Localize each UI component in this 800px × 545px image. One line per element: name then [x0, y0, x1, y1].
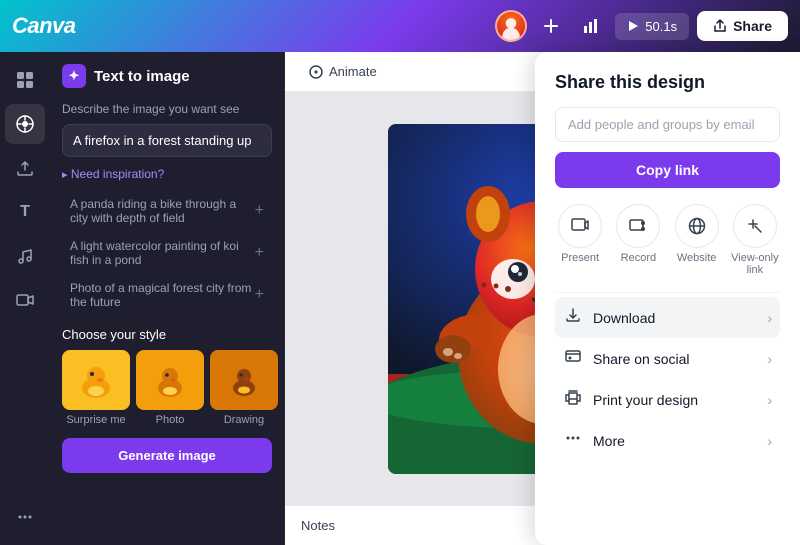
- social-icon: [563, 348, 583, 369]
- view-only-label: View-only link: [730, 252, 780, 276]
- share-panel-title: Share this design: [555, 72, 780, 93]
- describe-label: Describe the image you want see: [62, 102, 272, 116]
- suggestion-add-2[interactable]: +: [255, 286, 264, 304]
- style-label-surprise: Surprise me: [62, 414, 130, 426]
- suggestion-text-2: Photo of a magical forest city from the …: [70, 281, 255, 309]
- print-text: Print your design: [593, 392, 698, 408]
- panel-title-text: Text to image: [94, 68, 190, 85]
- play-button[interactable]: 50.1s: [615, 13, 689, 40]
- style-thumb-drawing: [210, 350, 278, 410]
- style-thumb-surprise: [62, 350, 130, 410]
- suggestion-add-0[interactable]: +: [255, 202, 264, 220]
- download-text: Download: [593, 310, 655, 326]
- print-arrow: ›: [767, 392, 772, 408]
- sidebar-item-home[interactable]: [5, 60, 45, 100]
- share-icon-record[interactable]: Record: [613, 204, 663, 276]
- notes-label: Notes: [301, 518, 335, 533]
- topbar: Canva 50.1s Share: [0, 0, 800, 52]
- animate-button[interactable]: Animate: [301, 60, 385, 83]
- sidebar-item-elements[interactable]: [5, 104, 45, 144]
- style-section-label: Choose your style: [62, 327, 272, 342]
- sidebar-item-apps[interactable]: [5, 497, 45, 537]
- present-label: Present: [561, 252, 599, 264]
- present-icon-circle: [558, 204, 602, 248]
- add-button[interactable]: [535, 10, 567, 42]
- play-duration: 50.1s: [645, 19, 677, 34]
- share-panel: Share this design Copy link Present Reco…: [535, 52, 800, 545]
- sidebar-item-music[interactable]: [5, 236, 45, 276]
- website-label: Website: [677, 252, 717, 264]
- website-icon-circle: [675, 204, 719, 248]
- share-label: Share: [733, 18, 772, 34]
- suggestion-text-1: A light watercolor painting of koi fish …: [70, 239, 255, 267]
- copy-link-button[interactable]: Copy link: [555, 152, 780, 188]
- share-menu-print[interactable]: Print your design ›: [555, 379, 780, 420]
- suggestion-item-2[interactable]: Photo of a magical forest city from the …: [62, 275, 272, 315]
- style-label-drawing: Drawing: [210, 414, 278, 426]
- style-item-surprise[interactable]: Surprise me: [62, 350, 130, 426]
- share-icon-view-only[interactable]: View-only link: [730, 204, 780, 276]
- topbar-right-controls: 50.1s Share: [495, 10, 788, 42]
- suggestion-item-0[interactable]: A panda riding a bike through a city wit…: [62, 191, 272, 231]
- social-arrow: ›: [767, 351, 772, 367]
- share-icon-website[interactable]: Website: [672, 204, 722, 276]
- sidebar-item-text[interactable]: T: [5, 192, 45, 232]
- avatar[interactable]: [495, 10, 527, 42]
- share-menu-more[interactable]: More ›: [555, 420, 780, 461]
- canvas-area: Animate: [285, 52, 800, 545]
- style-label-photo: Photo: [136, 414, 204, 426]
- sidebar-item-upload[interactable]: [5, 148, 45, 188]
- style-item-drawing[interactable]: Drawing: [210, 350, 278, 426]
- download-menu-left: Download: [563, 307, 655, 328]
- panel-title-icon: ✦: [62, 64, 86, 88]
- style-thumb-photo: [136, 350, 204, 410]
- share-icons-grid: Present Record Website: [555, 204, 780, 276]
- sidebar-item-video[interactable]: [5, 280, 45, 320]
- download-icon: [563, 307, 583, 328]
- print-menu-left: Print your design: [563, 389, 698, 410]
- style-item-photo[interactable]: Photo: [136, 350, 204, 426]
- panel-title: ✦ Text to image: [62, 64, 272, 88]
- share-divider: [555, 292, 780, 293]
- animate-label: Animate: [329, 64, 377, 79]
- record-label: Record: [621, 252, 656, 264]
- canva-logo: Canva: [12, 13, 76, 39]
- social-text: Share on social: [593, 351, 690, 367]
- share-menu-download[interactable]: Download ›: [555, 297, 780, 338]
- main-layout: T ✦ Text to image Describe the image you…: [0, 52, 800, 545]
- print-icon: [563, 389, 583, 410]
- icon-bar: T: [0, 52, 50, 545]
- analytics-button[interactable]: [575, 10, 607, 42]
- suggestion-add-1[interactable]: +: [255, 244, 264, 262]
- record-icon-circle: [616, 204, 660, 248]
- inspiration-link[interactable]: ▸ Need inspiration?: [62, 167, 272, 181]
- social-menu-left: Share on social: [563, 348, 690, 369]
- share-email-input[interactable]: [555, 107, 780, 142]
- suggestion-item-1[interactable]: A light watercolor painting of koi fish …: [62, 233, 272, 273]
- more-icon: [563, 430, 583, 451]
- share-menu-social[interactable]: Share on social ›: [555, 338, 780, 379]
- share-icon-present[interactable]: Present: [555, 204, 605, 276]
- describe-input[interactable]: [62, 124, 272, 157]
- suggestion-text-0: A panda riding a bike through a city wit…: [70, 197, 255, 225]
- view-only-icon-circle: [733, 204, 777, 248]
- more-text: More: [593, 433, 625, 449]
- generate-button[interactable]: Generate image: [62, 438, 272, 473]
- style-grid: Surprise me Photo: [62, 350, 272, 426]
- left-panel: ✦ Text to image Describe the image you w…: [50, 52, 285, 545]
- download-arrow: ›: [767, 310, 772, 326]
- more-arrow: ›: [767, 433, 772, 449]
- share-button[interactable]: Share: [697, 11, 788, 41]
- more-menu-left: More: [563, 430, 625, 451]
